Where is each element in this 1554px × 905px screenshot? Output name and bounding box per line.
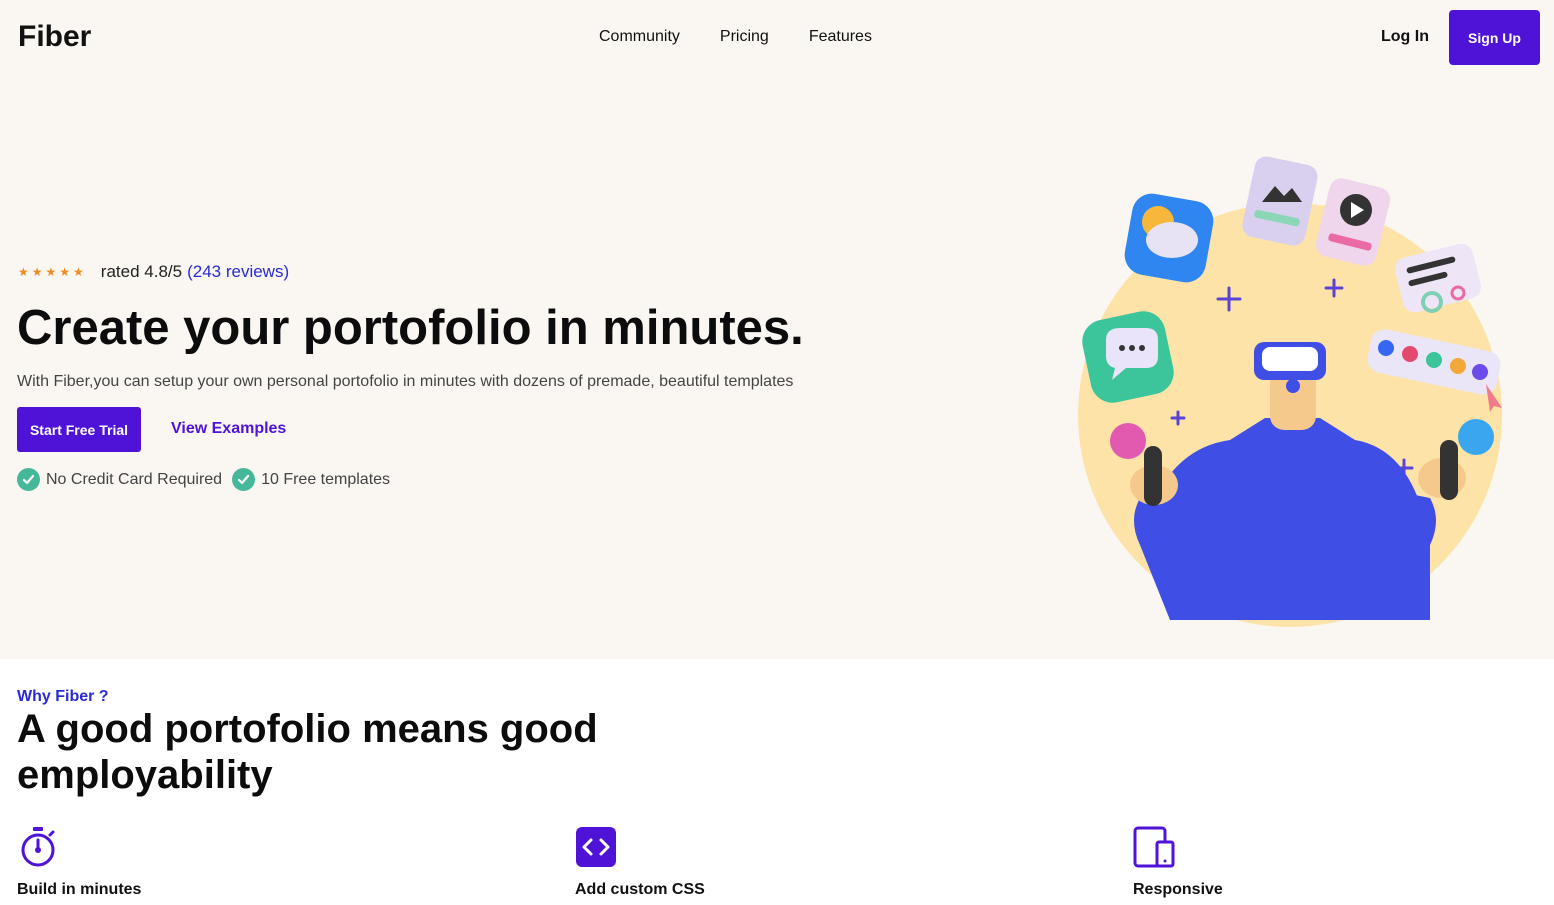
check-item: 10 Free templates — [232, 468, 390, 491]
hero-illustration — [1078, 156, 1502, 627]
weather-app-icon — [1124, 193, 1214, 283]
feature-label: Build in minutes — [17, 881, 142, 898]
start-free-trial-button[interactable]: Start Free Trial — [17, 407, 141, 452]
nav-pricing[interactable]: Pricing — [720, 28, 769, 46]
rating-text: rated 4.8/5 — [100, 262, 183, 281]
login-link[interactable]: Log In — [1381, 28, 1429, 46]
check-circle-icon — [232, 468, 256, 491]
site-header: Fiber Community Pricing Features Log In … — [0, 0, 1554, 76]
stopwatch-icon — [21, 827, 55, 867]
nav-community[interactable]: Community — [599, 28, 680, 46]
reviews-link[interactable]: (243 reviews) — [187, 262, 289, 282]
feature-responsive: Responsive — [1133, 826, 1223, 898]
responsive-devices-icon — [1133, 826, 1175, 868]
feature-custom-css: Add custom CSS — [575, 826, 705, 898]
why-fiber-label: Why Fiber ? — [17, 688, 109, 705]
why-fiber-title: A good portofolio means good employabili… — [17, 707, 598, 797]
code-icon — [576, 827, 616, 867]
signup-button[interactable]: Sign Up — [1449, 10, 1540, 65]
check-item: No Credit Card Required — [17, 468, 222, 491]
logo[interactable]: Fiber — [18, 20, 91, 54]
check-label: No Credit Card Required — [46, 470, 223, 488]
rating-row: ★★★★★ rated 4.8/5 (243 reviews) — [18, 262, 289, 282]
main-nav: Community Pricing Features — [599, 28, 912, 46]
nav-features[interactable]: Features — [809, 28, 872, 46]
view-examples-link[interactable]: View Examples — [171, 420, 286, 438]
star-rating-icon: ★★★★★ — [18, 265, 87, 279]
check-label: 10 Free templates — [261, 470, 391, 488]
feature-build-in-minutes: Build in minutes — [17, 826, 141, 898]
feature-label: Responsive — [1133, 881, 1223, 898]
check-circle-icon — [17, 468, 40, 491]
feature-checks: No Credit Card Required 10 Free template… — [17, 468, 400, 491]
hero-title: Create your portofolio in minutes. — [17, 301, 804, 355]
hero-subtitle: With Fiber,you can setup your own person… — [17, 373, 794, 390]
feature-label: Add custom CSS — [575, 881, 705, 898]
